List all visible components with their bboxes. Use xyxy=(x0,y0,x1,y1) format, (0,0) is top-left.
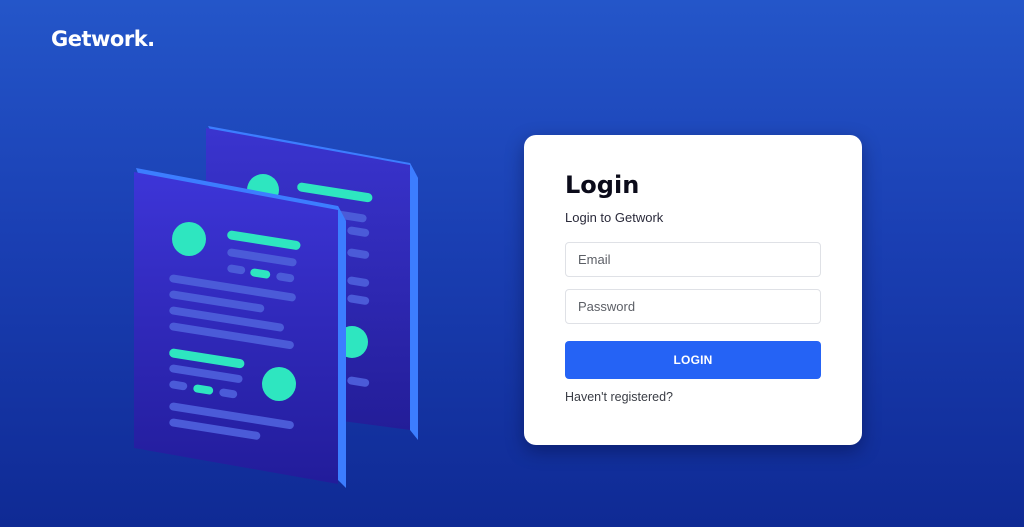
brand-logo: Getwork. xyxy=(51,27,155,51)
login-title: Login xyxy=(565,171,640,199)
login-subtitle: Login to Getwork xyxy=(565,210,664,225)
documents-illustration xyxy=(120,118,440,498)
login-card: Login Login to Getwork LOGIN Haven't reg… xyxy=(524,135,862,445)
password-input[interactable] xyxy=(565,289,821,324)
register-link[interactable]: Haven't registered? xyxy=(565,390,673,404)
login-button[interactable]: LOGIN xyxy=(565,341,821,379)
email-input[interactable] xyxy=(565,242,821,277)
front-page-icon xyxy=(134,168,346,488)
